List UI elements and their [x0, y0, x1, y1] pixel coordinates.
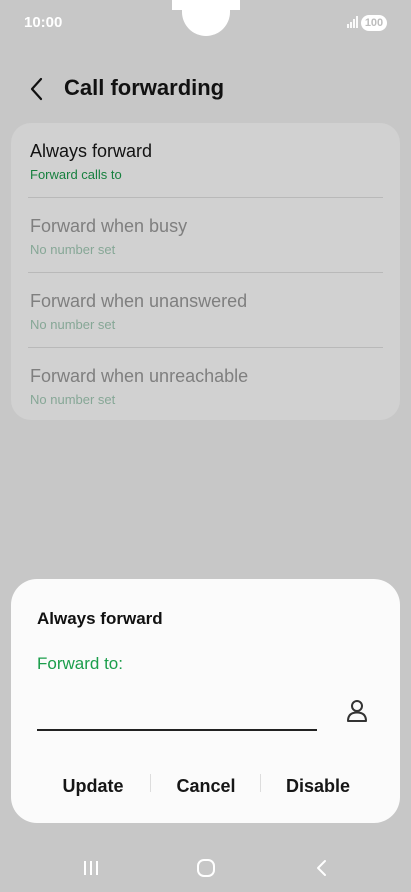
battery-icon: 100 [361, 15, 387, 31]
home-button[interactable] [190, 854, 222, 882]
person-icon [347, 700, 367, 722]
navigation-bar [0, 846, 411, 892]
disable-button[interactable]: Disable [270, 771, 366, 801]
update-button[interactable]: Update [46, 771, 140, 801]
back-button[interactable] [26, 76, 50, 102]
cancel-button[interactable]: Cancel [159, 771, 253, 801]
chevron-left-icon [30, 77, 43, 101]
contacts-button[interactable] [343, 697, 371, 725]
always-forward-dialog: Always forward Forward to: Update Cancel… [11, 579, 400, 823]
option-forward-when-unreachable[interactable]: Forward when unreachable No number set [30, 348, 382, 422]
status-bar: 10:00 100 [0, 0, 411, 46]
option-label: Forward when unreachable [30, 366, 249, 386]
status-time: 10:00 [24, 14, 63, 31]
camera-notch-cutout [182, 0, 230, 36]
option-label: Always forward [30, 141, 153, 161]
back-icon [317, 860, 326, 876]
app-bar: Call forwarding [0, 70, 411, 110]
option-subtitle: No number set [30, 242, 116, 257]
option-forward-when-unanswered[interactable]: Forward when unanswered No number set [30, 273, 382, 347]
signal-icon [347, 16, 359, 28]
battery-level: 100 [364, 17, 384, 29]
option-label: Forward when unanswered [30, 291, 248, 311]
recent-apps-button[interactable] [75, 854, 107, 882]
button-separator [150, 774, 151, 792]
option-subtitle: No number set [30, 392, 116, 407]
option-forward-when-busy[interactable]: Forward when busy No number set [30, 198, 382, 272]
forwarding-options-card: Always forward Forward calls to Forward … [11, 123, 400, 420]
recent-apps-icon [84, 861, 98, 875]
dialog-title: Always forward [37, 609, 163, 628]
nav-back-button[interactable] [305, 854, 337, 882]
button-separator [260, 774, 261, 792]
page-title: Call forwarding [64, 75, 225, 100]
forward-to-label: Forward to: [37, 654, 123, 673]
option-subtitle: No number set [30, 317, 116, 332]
option-subtitle: Forward calls to [30, 167, 122, 182]
option-always-forward[interactable]: Always forward Forward calls to [30, 123, 382, 197]
option-label: Forward when busy [30, 216, 188, 236]
forward-number-input[interactable] [37, 687, 317, 731]
home-icon [197, 859, 215, 877]
